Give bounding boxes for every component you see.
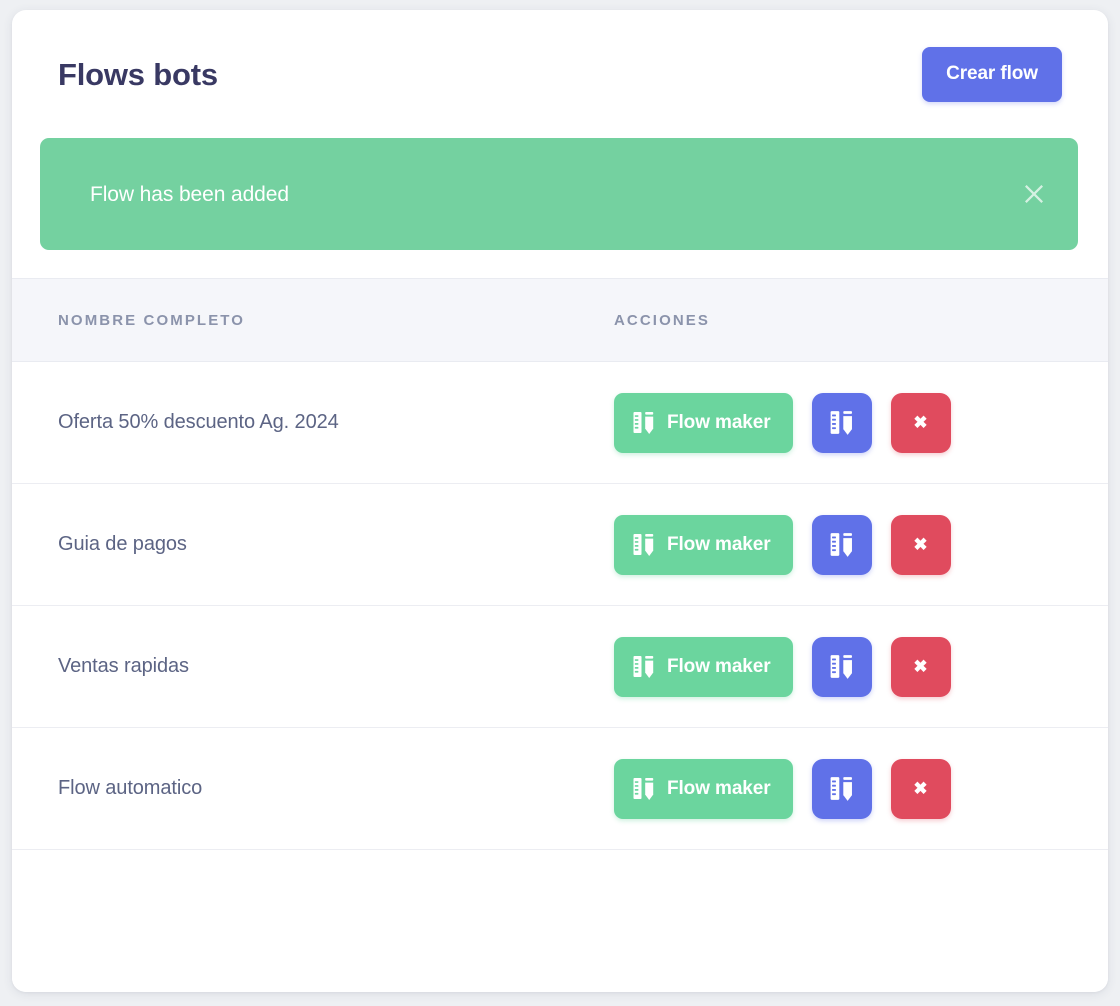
ruler-pen-icon (830, 410, 854, 436)
table-row: Ventas rapidas Flow maker ✖ (12, 606, 1108, 728)
flow-maker-button[interactable]: Flow maker (614, 514, 793, 575)
card-header: Flows bots Crear flow (12, 10, 1108, 138)
close-icon: ✖ (913, 535, 928, 554)
column-header-acciones: ACCIONES (614, 311, 710, 329)
ruler-pen-icon (830, 532, 854, 558)
close-icon: ✖ (913, 657, 928, 676)
delete-flow-button[interactable]: ✖ (890, 636, 951, 697)
delete-flow-button[interactable]: ✖ (890, 514, 951, 575)
flow-name: Oferta 50% descuento Ag. 2024 (58, 411, 339, 433)
flow-maker-label: Flow maker (667, 411, 771, 433)
ruler-pen-icon (633, 655, 655, 679)
flow-maker-button[interactable]: Flow maker (614, 758, 793, 819)
row-actions: Flow maker ✖ (569, 636, 1108, 697)
ruler-pen-icon (830, 654, 854, 680)
edit-flow-button[interactable] (811, 636, 872, 697)
alert-container: Flow has been added (12, 138, 1108, 278)
close-icon: ✖ (913, 413, 928, 432)
page-title: Flows bots (58, 56, 218, 92)
flow-maker-button[interactable]: Flow maker (614, 392, 793, 453)
flow-maker-label: Flow maker (667, 533, 771, 555)
flow-name: Flow automatico (58, 777, 203, 799)
ruler-pen-icon (633, 777, 655, 801)
row-actions: Flow maker ✖ (569, 392, 1108, 453)
table-footer (12, 850, 1108, 992)
delete-flow-button[interactable]: ✖ (890, 758, 951, 819)
ruler-pen-icon (830, 776, 854, 802)
ruler-pen-icon (633, 411, 655, 435)
flow-maker-button[interactable]: Flow maker (614, 636, 793, 697)
success-alert: Flow has been added (40, 138, 1078, 250)
page-background: Flows bots Crear flow Flow has been adde… (0, 0, 1120, 1006)
table-row: Oferta 50% descuento Ag. 2024 Flow maker… (12, 362, 1108, 484)
table-row: Flow automatico Flow maker ✖ (12, 728, 1108, 850)
flow-maker-label: Flow maker (667, 777, 771, 799)
flows-card: Flows bots Crear flow Flow has been adde… (12, 10, 1108, 992)
alert-message: Flow has been added (90, 182, 289, 206)
row-actions: Flow maker ✖ (569, 758, 1108, 819)
flow-maker-label: Flow maker (667, 655, 771, 677)
flows-table: NOMBRE COMPLETO ACCIONES Oferta 50% desc… (12, 278, 1108, 992)
close-icon: ✖ (913, 779, 928, 798)
row-actions: Flow maker ✖ (569, 514, 1108, 575)
edit-flow-button[interactable] (811, 392, 872, 453)
alert-close-button[interactable] (1017, 177, 1051, 211)
table-row: Guia de pagos Flow maker ✖ (12, 484, 1108, 606)
column-header-nombre-completo: NOMBRE COMPLETO (58, 311, 246, 329)
flow-name: Guia de pagos (58, 533, 187, 555)
delete-flow-button[interactable]: ✖ (890, 392, 951, 453)
create-flow-button[interactable]: Crear flow (922, 46, 1062, 102)
ruler-pen-icon (633, 533, 655, 557)
flow-name: Ventas rapidas (58, 655, 189, 677)
edit-flow-button[interactable] (811, 514, 872, 575)
close-icon (1023, 183, 1045, 205)
table-header-row: NOMBRE COMPLETO ACCIONES (12, 278, 1108, 362)
edit-flow-button[interactable] (811, 758, 872, 819)
